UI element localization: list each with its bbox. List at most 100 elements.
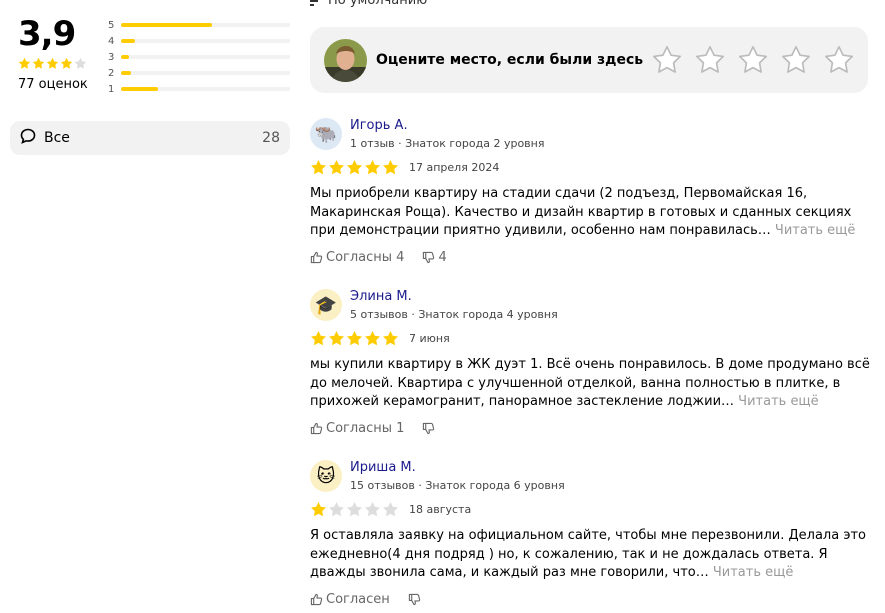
review-rating: 17 апреля 2024 — [310, 159, 875, 176]
review-stars — [310, 159, 399, 176]
reviewer-meta: Ириша М. 15 отзывов · Знаток города 6 ур… — [350, 460, 565, 492]
star-icon — [311, 160, 326, 175]
review-item: 🐱 Ириша М. 15 отзывов · Знаток города 6 … — [310, 460, 875, 607]
star-icon — [32, 57, 45, 69]
review-text: мы купили квартиру в ЖК дуэт 1. Всё очен… — [310, 356, 870, 412]
review-body: Мы приобрели квартиру на стадии сдачи (2… — [310, 186, 852, 238]
star-icon — [383, 331, 398, 346]
thumb-up-icon — [310, 593, 323, 605]
agree-label: Согласны 1 — [326, 420, 405, 436]
star-icon — [74, 57, 87, 69]
review-header: 🎓 Элина М. 5 отзывов · Знаток города 4 у… — [310, 289, 875, 321]
review-date: 18 августа — [409, 503, 472, 516]
star-icon — [365, 502, 380, 517]
sort-icon — [310, 0, 322, 6]
disagree-button[interactable] — [422, 422, 438, 435]
review-rating: 18 августа — [310, 501, 875, 518]
sort-label: По умолчанию — [328, 0, 428, 8]
distribution-fill — [121, 55, 130, 59]
rating-distribution: 5 4 3 2 1 — [108, 17, 290, 97]
distribution-track — [121, 71, 290, 75]
distribution-label: 1 — [108, 83, 115, 95]
star-icon — [18, 57, 31, 69]
distribution-fill — [121, 71, 132, 75]
agree-button[interactable]: Согласны 4 — [310, 250, 404, 265]
thumb-up-icon — [310, 422, 323, 434]
agree-button[interactable]: Согласен — [310, 592, 390, 607]
thumb-down-icon — [408, 593, 420, 605]
rating-stars — [18, 57, 87, 70]
agree-label: Согласны 4 — [326, 249, 405, 265]
disagree-button[interactable]: 4 — [422, 250, 447, 265]
reviewer-stats: 1 отзыв · Знаток города 2 уровня — [350, 137, 545, 150]
star-icon — [60, 57, 73, 69]
agree-button[interactable]: Согласны 1 — [310, 421, 404, 436]
rate-prompt: Оцените место, если были здесь — [376, 52, 644, 68]
rate-star-3[interactable] — [738, 45, 768, 75]
agree-label: Согласен — [326, 591, 390, 607]
star-icon — [347, 160, 362, 175]
star-icon — [365, 160, 380, 175]
thumb-up-icon — [310, 251, 323, 263]
sort-dropdown[interactable]: По умолчанию — [310, 0, 427, 8]
reviewer-avatar[interactable]: 🐃 — [310, 118, 342, 150]
review-text: Я оставляла заявку на официальном сайте,… — [310, 527, 870, 583]
star-icon — [347, 502, 362, 517]
review-item: 🐃 Игорь А. 1 отзыв · Знаток города 2 уро… — [310, 118, 875, 265]
star-icon — [347, 331, 362, 346]
distribution-label: 2 — [108, 67, 115, 79]
review-rating: 7 июня — [310, 330, 875, 347]
star-icon — [365, 331, 380, 346]
distribution-fill — [121, 87, 159, 91]
distribution-fill — [121, 39, 135, 43]
rate-star-5[interactable] — [824, 45, 854, 75]
reviewer-name[interactable]: Игорь А. — [350, 118, 544, 133]
distribution-track — [121, 87, 290, 91]
reviewer-avatar[interactable]: 🐱 — [310, 460, 342, 492]
distribution-label: 3 — [108, 51, 115, 63]
star-icon — [311, 331, 326, 346]
star-icon — [383, 160, 398, 175]
rate-star-2[interactable] — [695, 45, 725, 75]
reviewer-name[interactable]: Элина М. — [350, 289, 558, 304]
thumb-down-icon — [423, 251, 435, 263]
rating-value: 3,9 — [18, 14, 76, 54]
filter-all-button[interactable]: Все 28 — [10, 121, 290, 155]
distribution-track — [121, 39, 290, 43]
rate-place-card: Оцените место, если были здесь — [310, 27, 868, 93]
rating-count: 77 оценок — [18, 77, 88, 92]
filter-all-label: Все — [44, 130, 70, 146]
reviewer-meta: Элина М. 5 отзывов · Знаток города 4 уро… — [350, 289, 558, 321]
thumb-down-icon — [423, 422, 435, 434]
reviewer-stats: 15 отзывов · Знаток города 6 уровня — [350, 479, 565, 492]
read-more-link[interactable]: Читать ещё — [738, 394, 819, 409]
distribution-label: 5 — [108, 19, 115, 31]
distribution-track — [121, 23, 290, 27]
review-header: 🐃 Игорь А. 1 отзыв · Знаток города 2 уро… — [310, 118, 875, 150]
rate-star-1[interactable] — [652, 45, 682, 75]
review-actions: Согласны 1 — [310, 421, 875, 436]
user-avatar — [324, 38, 367, 82]
star-icon — [329, 502, 344, 517]
review-stars — [310, 501, 399, 518]
reviewer-avatar[interactable]: 🎓 — [310, 289, 342, 321]
read-more-link[interactable]: Читать ещё — [713, 565, 794, 580]
star-icon — [329, 331, 344, 346]
distribution-row: 3 — [108, 49, 290, 65]
star-icon — [329, 160, 344, 175]
rate-star-4[interactable] — [781, 45, 811, 75]
star-icon — [311, 502, 326, 517]
distribution-row: 5 — [108, 17, 290, 33]
review-stars — [310, 330, 399, 347]
review-actions: Согласен — [310, 592, 875, 607]
star-icon — [383, 502, 398, 517]
distribution-row: 4 — [108, 33, 290, 49]
star-icon — [46, 57, 59, 69]
disagree-button[interactable] — [408, 593, 424, 606]
distribution-fill — [121, 23, 213, 27]
read-more-link[interactable]: Читать ещё — [775, 223, 856, 238]
reviewer-name[interactable]: Ириша М. — [350, 460, 565, 475]
filter-all-count: 28 — [262, 130, 280, 146]
distribution-row: 2 — [108, 65, 290, 81]
distribution-label: 4 — [108, 35, 115, 47]
